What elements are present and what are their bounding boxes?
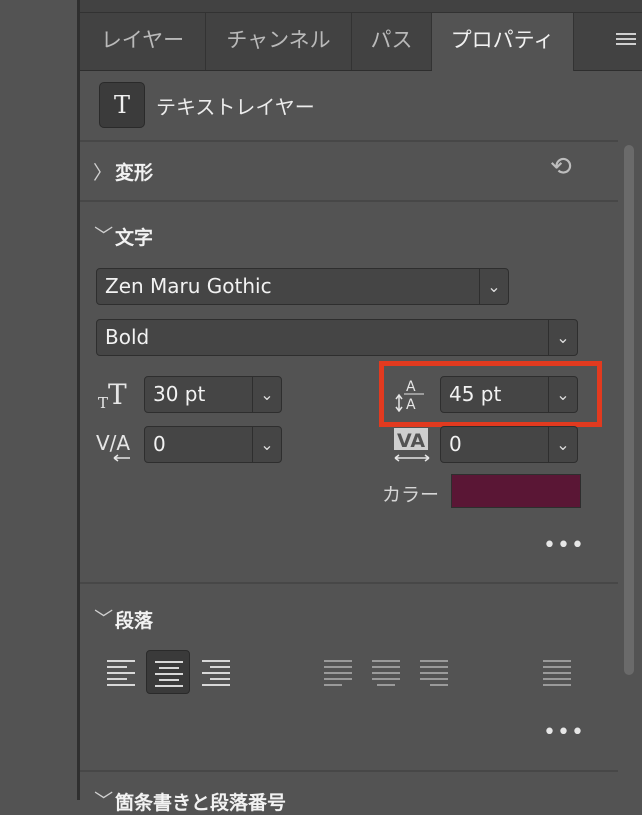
kerning-dropdown[interactable]: 0 ⌄ (144, 426, 282, 463)
justify-last-right-button[interactable] (412, 650, 456, 694)
chevron-down-icon[interactable]: ⌄ (548, 427, 577, 462)
chevron-down-icon[interactable]: ⌄ (548, 320, 577, 355)
justify-last-right-icon (420, 660, 448, 690)
section-paragraph-header[interactable]: 〉段落 (91, 606, 154, 633)
tab-bar: レイヤー チャンネル パス プロパティ (80, 0, 642, 71)
font-family-value: Zen Maru Gothic (105, 274, 272, 298)
justify-last-left-icon (324, 660, 352, 690)
chevron-down-icon[interactable]: ⌄ (479, 269, 508, 304)
section-transform-header[interactable]: 〉変形 (93, 158, 153, 185)
section-paragraph-title: 段落 (115, 610, 154, 632)
tab-channels[interactable]: チャンネル (206, 13, 352, 70)
align-center-icon (155, 661, 183, 691)
leading-highlight-box (379, 361, 602, 427)
chevron-right-icon: 〉 (93, 162, 113, 184)
panel-menu-icon[interactable] (616, 33, 636, 49)
font-style-value: Bold (105, 325, 150, 349)
character-more-options[interactable]: ••• (543, 533, 585, 558)
layer-type-label: テキストレイヤー (156, 95, 315, 119)
section-character-title: 文字 (115, 227, 154, 249)
font-size-icon: TT (98, 378, 132, 416)
font-size-value[interactable]: 30 pt (153, 377, 205, 412)
chevron-down-icon: 〉 (91, 608, 114, 628)
section-character-header[interactable]: 〉文字 (91, 223, 154, 250)
panel-scrollbar[interactable] (622, 145, 636, 800)
chevron-down-icon[interactable]: ⌄ (252, 427, 281, 462)
section-divider (80, 582, 618, 584)
kerning-icon: V/A (96, 426, 134, 468)
tracking-value[interactable]: 0 (449, 427, 462, 462)
font-style-dropdown[interactable]: Bold ⌄ (96, 319, 578, 356)
kerning-value[interactable]: 0 (153, 427, 166, 462)
align-left-icon (107, 660, 135, 690)
svg-text:VA: VA (397, 430, 425, 452)
color-label: カラー (382, 484, 440, 506)
justify-last-center-button[interactable] (364, 650, 408, 694)
justify-all-button[interactable] (535, 650, 579, 694)
section-divider (80, 200, 618, 202)
section-bullets-title: 箇条書きと段落番号 (115, 792, 287, 814)
tab-layers[interactable]: レイヤー (80, 13, 206, 70)
layer-type-header: T テキストレイヤー (80, 71, 618, 141)
properties-panel: レイヤー チャンネル パス プロパティ T テキストレイヤー 〉変形 ⟲ 〉文字… (80, 0, 642, 814)
svg-text:T: T (108, 378, 127, 411)
align-right-icon (202, 660, 230, 690)
justify-last-center-icon (372, 660, 400, 690)
svg-text:V/A: V/A (96, 431, 130, 455)
tab-properties[interactable]: プロパティ (432, 13, 574, 71)
align-right-button[interactable] (194, 650, 238, 694)
chevron-down-icon: 〉 (91, 790, 114, 810)
chevron-down-icon[interactable]: ⌄ (252, 377, 281, 412)
tracking-icon: VA (392, 426, 432, 468)
align-center-button[interactable] (146, 650, 190, 694)
section-divider (80, 140, 618, 142)
justify-all-icon (543, 660, 571, 690)
tab-bar-top-strip (80, 0, 642, 13)
text-color-swatch[interactable] (451, 474, 581, 508)
font-family-dropdown[interactable]: Zen Maru Gothic ⌄ (96, 268, 509, 305)
section-divider (80, 770, 618, 772)
align-left-button[interactable] (99, 650, 143, 694)
chevron-down-icon: 〉 (91, 225, 114, 245)
reset-transform-icon[interactable]: ⟲ (550, 152, 572, 182)
justify-last-left-button[interactable] (316, 650, 360, 694)
text-layer-icon: T (99, 82, 145, 128)
paragraph-more-options[interactable]: ••• (543, 720, 585, 745)
section-bullets-header[interactable]: 〉箇条書きと段落番号 (91, 788, 287, 815)
scrollbar-thumb[interactable] (624, 145, 634, 675)
section-transform-title: 変形 (115, 162, 154, 184)
svg-text:T: T (98, 394, 108, 412)
tab-paths[interactable]: パス (352, 13, 432, 70)
tracking-dropdown[interactable]: 0 ⌄ (440, 426, 578, 463)
left-gutter (0, 0, 77, 800)
font-size-dropdown[interactable]: 30 pt ⌄ (144, 376, 282, 413)
